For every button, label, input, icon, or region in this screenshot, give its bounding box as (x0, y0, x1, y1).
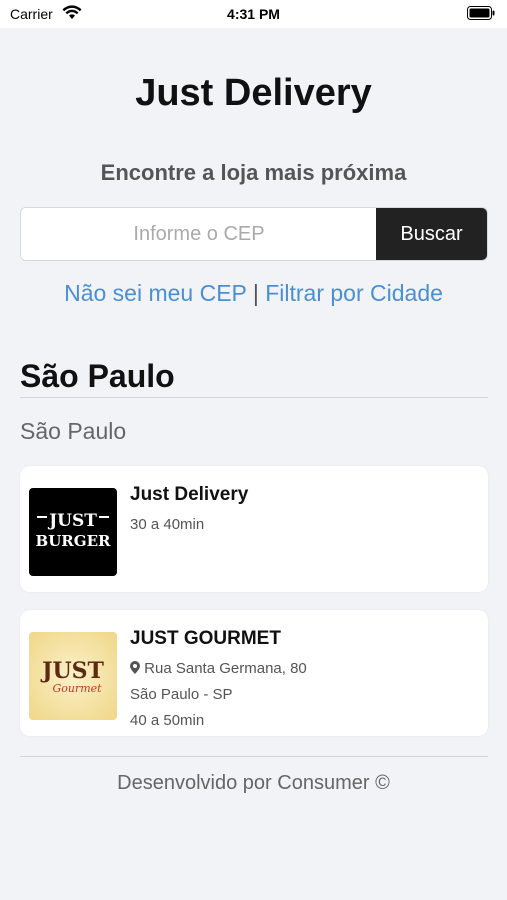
store-address: Rua Santa Germana, 80 (144, 660, 307, 677)
map-marker-icon (130, 660, 144, 677)
store-logo: JUST BURGER (29, 488, 117, 576)
cep-input[interactable] (21, 208, 377, 260)
delivery-time: 30 a 40min (130, 516, 205, 533)
sub-city-label: São Paulo (20, 418, 127, 444)
logo-text-line2: Gourmet (52, 682, 102, 695)
filter-city-link[interactable]: Filtrar por Cidade (265, 280, 443, 306)
status-time: 4:31 PM (227, 6, 280, 22)
logo-text-line1: JUST (40, 658, 104, 684)
store-info: Just Delivery 30 a 40min (130, 484, 248, 538)
buscar-button[interactable]: Buscar (376, 208, 487, 260)
store-card[interactable]: JUST BURGER Just Delivery 30 a 40min (20, 466, 488, 592)
city-heading: São Paulo (20, 358, 175, 394)
store-name: JUST GOURMET (130, 628, 281, 649)
status-bar: Carrier 4:31 PM (0, 0, 507, 28)
delivery-time: 40 a 50min (130, 712, 205, 729)
logo-text-line1: JUST (47, 511, 97, 531)
store-logo: JUST Gourmet (29, 632, 117, 720)
footer-divider (20, 756, 488, 757)
search-links: Não sei meu CEP | Filtrar por Cidade (0, 280, 507, 307)
logo-text-line2: BURGER (36, 532, 111, 550)
cep-search-bar: Buscar (20, 207, 488, 261)
links-separator: | (252, 280, 259, 306)
store-name: Just Delivery (130, 484, 249, 505)
store-info: JUST GOURMET Rua Santa Germana, 80 São P… (130, 628, 307, 734)
battery-icon (467, 6, 495, 23)
page-subtitle: Encontre a loja mais próxima (100, 160, 407, 185)
unknown-cep-link[interactable]: Não sei meu CEP (64, 280, 246, 306)
heading-divider (20, 397, 488, 398)
store-city-state: São Paulo - SP (130, 686, 233, 703)
app-title: Just Delivery (135, 72, 372, 114)
footer-credit: Desenvolvido por Consumer © (117, 772, 390, 794)
store-address-line: Rua Santa Germana, 80 (130, 656, 307, 682)
store-card[interactable]: JUST Gourmet JUST GOURMET Rua Santa Germ… (20, 610, 488, 736)
